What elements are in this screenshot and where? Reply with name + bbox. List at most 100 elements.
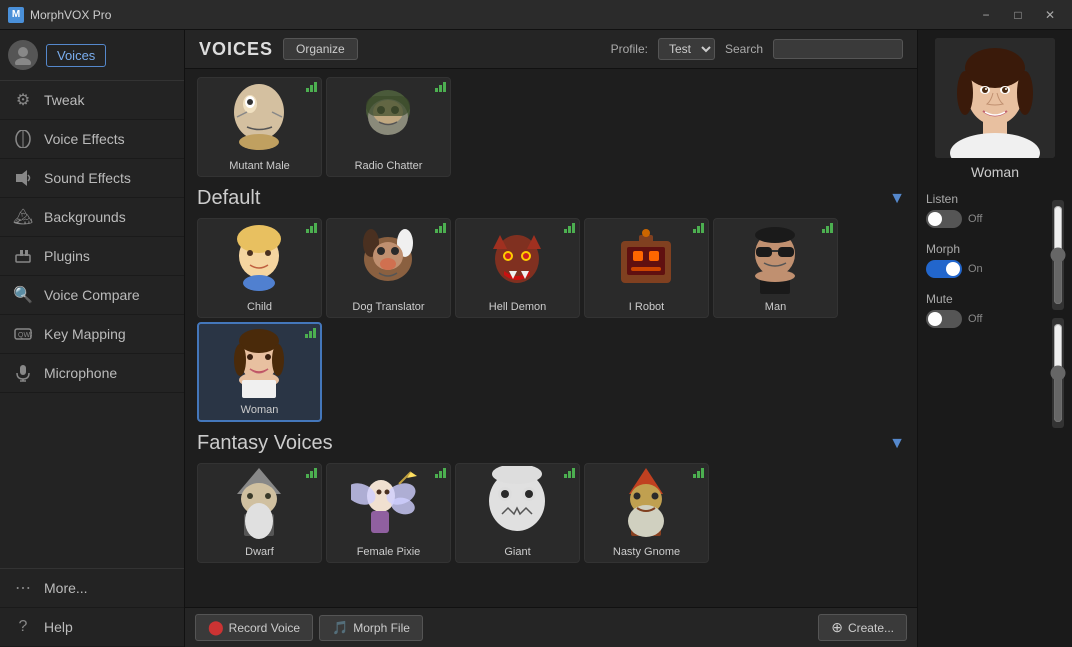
voice-name-child: Child [198, 301, 321, 313]
sidebar-item-key-mapping[interactable]: QWA Key Mapping [0, 315, 184, 354]
sidebar-label-tweak: Tweak [44, 92, 84, 108]
voice-name-radio-chatter: Radio Chatter [327, 160, 450, 172]
sidebar-item-help[interactable]: ? Help [0, 608, 184, 647]
sidebar-label-voice-compare: Voice Compare [44, 287, 140, 303]
voice-item-nasty-gnome[interactable]: Nasty Gnome [584, 463, 709, 563]
sidebar-item-voice-effects[interactable]: Voice Effects [0, 120, 184, 159]
sidebar-item-microphone[interactable]: Microphone [0, 354, 184, 393]
voice-grid-area[interactable]: Mutant Male [185, 69, 917, 607]
sidebar-label-voice-effects: Voice Effects [44, 131, 125, 147]
right-panel: Woman Listen Off Morph On [917, 30, 1072, 647]
voice-img-giant [456, 464, 579, 542]
close-button[interactable]: ✕ [1036, 5, 1064, 25]
voice-name-woman: Woman [199, 404, 320, 416]
morph-file-button[interactable]: 🎵 Morph File [319, 615, 423, 641]
create-button[interactable]: ⊕ Create... [818, 614, 907, 641]
voice-item-female-pixie[interactable]: Female Pixie [326, 463, 451, 563]
sidebar-item-backgrounds[interactable]: 🏔 Backgrounds [0, 198, 184, 237]
fantasy-section-title: Fantasy Voices [197, 432, 333, 455]
content-header: VOICES Organize Profile: Test Search [185, 30, 917, 69]
mute-toggle[interactable] [926, 310, 962, 328]
voice-item-woman[interactable]: Woman [197, 322, 322, 422]
microphone-icon [12, 362, 34, 384]
voice-name-dog-translator: Dog Translator [327, 301, 450, 313]
sidebar-item-plugins[interactable]: Plugins [0, 237, 184, 276]
content-title: VOICES [199, 39, 273, 60]
listen-control: Listen Off [926, 192, 1046, 228]
maximize-button[interactable]: □ [1004, 5, 1032, 25]
mute-control: Mute Off [926, 292, 1046, 328]
plugins-icon [12, 245, 34, 267]
fantasy-voice-grid: Dwarf [197, 463, 905, 563]
help-icon: ? [12, 616, 34, 638]
pitch-slider[interactable] [1052, 205, 1064, 305]
morph-file-label: Morph File [353, 621, 410, 635]
voice-item-giant[interactable]: Giant [455, 463, 580, 563]
morph-file-icon: 🎵 [332, 620, 348, 636]
voice-name-female-pixie: Female Pixie [327, 546, 450, 558]
record-voice-button[interactable]: ⬤ Record Voice [195, 614, 313, 641]
tweak-icon: ⚙ [12, 89, 34, 111]
voice-item-dwarf[interactable]: Dwarf [197, 463, 322, 563]
voice-item-radio-chatter[interactable]: Radio Chatter [326, 77, 451, 177]
main-layout: Voices ⚙ Tweak Voice Effects Sound Effec… [0, 30, 1072, 647]
slider-2-track [1052, 318, 1064, 428]
profile-select[interactable]: Test [658, 38, 715, 60]
volume-slider[interactable] [1052, 323, 1064, 423]
voice-item-hell-demon[interactable]: Hell Demon [455, 218, 580, 318]
voice-item-i-robot[interactable]: I Robot [584, 218, 709, 318]
sidebar-label-help: Help [44, 619, 73, 635]
voice-item-man[interactable]: Man [713, 218, 838, 318]
voice-item-dog-translator[interactable]: Dog Translator [326, 218, 451, 318]
morph-state: On [968, 263, 983, 275]
voice-item-mutant-male[interactable]: Mutant Male [197, 77, 322, 177]
voice-name-nasty-gnome: Nasty Gnome [585, 546, 708, 558]
minimize-button[interactable]: − [972, 5, 1000, 25]
voice-name-giant: Giant [456, 546, 579, 558]
sidebar-label-more: More... [44, 580, 88, 596]
sidebar-item-sound-effects[interactable]: Sound Effects [0, 159, 184, 198]
content-area: VOICES Organize Profile: Test Search [185, 30, 917, 647]
voice-img-mutant-male [198, 78, 321, 156]
key-mapping-icon: QWA [12, 323, 34, 345]
morph-toggle[interactable] [926, 260, 962, 278]
preview-name: Woman [971, 164, 1019, 180]
default-voice-grid: Child [197, 218, 905, 422]
default-collapse-icon[interactable]: ▼ [889, 190, 905, 208]
search-input[interactable] [773, 39, 903, 59]
fantasy-collapse-icon[interactable]: ▼ [889, 435, 905, 453]
voice-img-radio-chatter [327, 78, 450, 156]
record-voice-label: Record Voice [229, 621, 300, 635]
sidebar-item-tweak[interactable]: ⚙ Tweak [0, 81, 184, 120]
voice-img-woman [199, 324, 320, 400]
voice-img-nasty-gnome [585, 464, 708, 542]
listen-state: Off [968, 213, 982, 225]
voice-item-child[interactable]: Child [197, 218, 322, 318]
sidebar-item-voice-compare[interactable]: 🔍 Voice Compare [0, 276, 184, 315]
window-controls: − □ ✕ [972, 5, 1064, 25]
sidebar-bottom: ⋯ More... ? Help [0, 568, 184, 647]
app-title: MorphVOX Pro [30, 8, 972, 22]
sidebar-label-sound-effects: Sound Effects [44, 170, 131, 186]
bottom-bar: ⬤ Record Voice 🎵 Morph File ⊕ Create... [185, 607, 917, 647]
sidebar-label-microphone: Microphone [44, 365, 117, 381]
more-icon: ⋯ [12, 577, 34, 599]
voice-img-dwarf [198, 464, 321, 542]
profile-label: Profile: [611, 42, 648, 56]
morph-control: Morph On [926, 242, 1046, 278]
sidebar: Voices ⚙ Tweak Voice Effects Sound Effec… [0, 30, 185, 647]
voices-button[interactable]: Voices [46, 44, 106, 67]
mute-label: Mute [926, 292, 1046, 306]
sidebar-label-plugins: Plugins [44, 248, 90, 264]
sidebar-item-more[interactable]: ⋯ More... [0, 569, 184, 608]
voice-name-dwarf: Dwarf [198, 546, 321, 558]
listen-label: Listen [926, 192, 1046, 206]
sidebar-label-backgrounds: Backgrounds [44, 209, 126, 225]
mute-state: Off [968, 313, 982, 325]
preview-photo [935, 38, 1055, 158]
organize-button[interactable]: Organize [283, 38, 358, 60]
top-voice-grid: Mutant Male [197, 77, 905, 177]
sidebar-label-key-mapping: Key Mapping [44, 326, 126, 342]
listen-toggle[interactable] [926, 210, 962, 228]
app-icon: M [8, 7, 24, 23]
